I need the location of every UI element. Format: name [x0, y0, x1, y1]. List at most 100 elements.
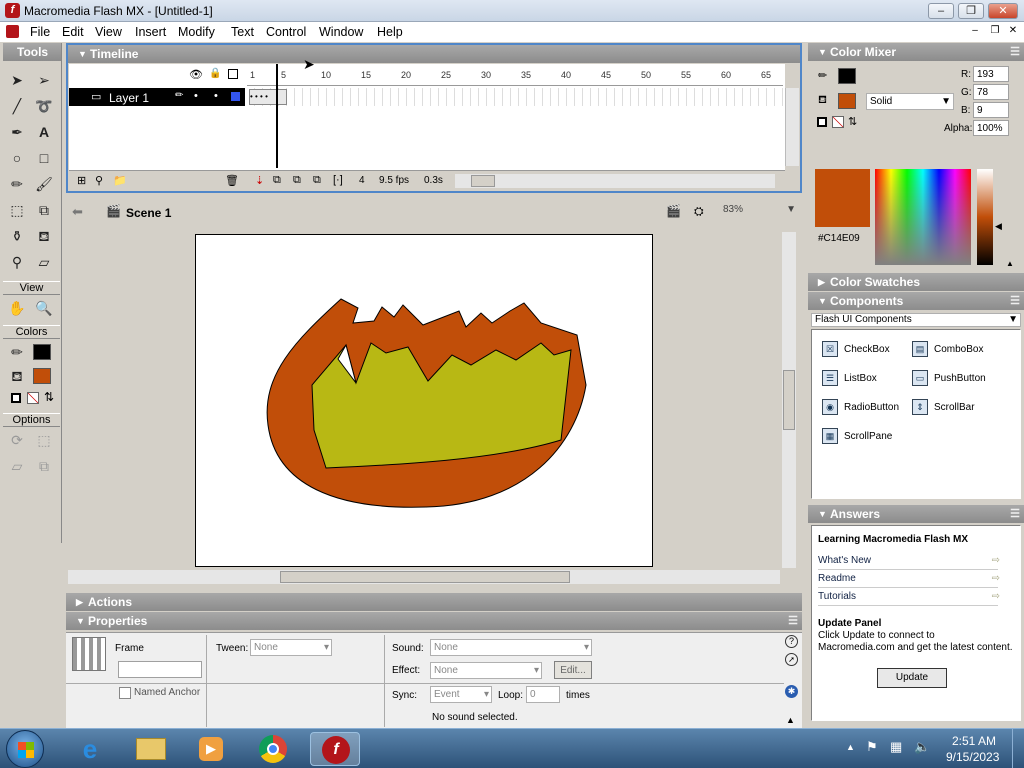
modify-onion-markers-icon[interactable]: [·] — [333, 174, 343, 186]
file-explorer-icon[interactable] — [126, 732, 176, 766]
stage-hscroll[interactable] — [68, 570, 780, 584]
doc-close-button[interactable]: ✕ — [1006, 25, 1020, 39]
timeline-hscroll-thumb[interactable] — [471, 175, 495, 187]
brightness-slider[interactable] — [977, 169, 993, 265]
center-frame-icon[interactable]: ⇣ — [255, 174, 264, 187]
collapse-properties-icon[interactable]: ▲ — [786, 715, 795, 725]
edit-effect-button[interactable]: Edit... — [554, 661, 592, 679]
eye-icon[interactable]: 👁 — [189, 68, 203, 81]
frame-ruler[interactable]: 1 5 10 15 20 25 30 35 40 45 50 55 60 65 — [247, 64, 783, 86]
loop-input[interactable]: 0 — [526, 686, 560, 703]
named-anchor-checkbox[interactable] — [119, 687, 131, 699]
r-input[interactable]: 193 — [973, 66, 1009, 82]
tween-select[interactable]: None ▾ — [250, 639, 332, 656]
brightness-arrow-icon[interactable]: ◀ — [995, 221, 1002, 232]
rotate-option-icon[interactable]: ⧉ — [33, 455, 55, 477]
onion-outline-icon[interactable]: ⧉ — [293, 174, 301, 187]
edit-actions-icon[interactable]: ➚ — [785, 653, 798, 666]
component-listbox[interactable]: ☰ ListBox — [822, 369, 877, 389]
color-spectrum[interactable] — [875, 169, 971, 265]
tray-network-icon[interactable]: ▦ — [890, 739, 902, 755]
flash-taskbar-button[interactable]: f — [310, 732, 360, 766]
snap-option-icon[interactable]: ⟳ — [6, 429, 28, 451]
component-scrollbar[interactable]: ⇕ ScrollBar — [912, 398, 975, 418]
mixer-stroke-swatch[interactable] — [838, 68, 856, 84]
stage-vscroll-thumb[interactable] — [783, 370, 795, 430]
timeline-vscroll[interactable] — [785, 88, 799, 166]
delete-layer-icon[interactable]: 🗑 — [225, 174, 239, 187]
whats-new-link[interactable]: What's New ⇨ — [818, 552, 1000, 570]
line-tool-icon[interactable]: ╱ — [6, 95, 28, 117]
menu-control[interactable]: Control — [266, 25, 306, 39]
start-button[interactable] — [6, 730, 44, 768]
edit-multiple-frames-icon[interactable]: ⧉ — [313, 174, 321, 187]
keyframe-span[interactable]: • • • • — [249, 89, 287, 105]
frame-row[interactable]: • • • • — [247, 88, 783, 106]
swap-colors-icon[interactable]: ⇅ — [44, 390, 54, 404]
internet-explorer-icon[interactable]: e — [65, 732, 115, 766]
color-swatches-header[interactable]: ▶ Color Swatches — [808, 273, 1024, 291]
add-guide-layer-icon[interactable]: ⚲ — [95, 174, 103, 187]
menu-help[interactable]: Help — [377, 25, 403, 39]
stage-canvas[interactable] — [195, 234, 653, 567]
layer-lock-dot[interactable]: • — [214, 90, 218, 102]
brush-tool-icon[interactable]: 🖌 — [33, 173, 55, 195]
chrome-icon[interactable] — [248, 732, 298, 766]
fill-color-swatch[interactable] — [33, 368, 51, 384]
menu-edit[interactable]: Edit — [62, 25, 84, 39]
component-checkbox[interactable]: ☒ CheckBox — [822, 340, 890, 360]
mixer-no-color-icon[interactable] — [832, 116, 844, 128]
component-scrollpane[interactable]: ▦ ScrollPane — [822, 427, 892, 447]
ink-bottle-tool-icon[interactable]: ⚱ — [6, 225, 28, 247]
close-button[interactable]: ✕ — [988, 3, 1018, 19]
rectangle-tool-icon[interactable]: □ — [33, 147, 55, 169]
timeline-header[interactable]: ▼ Timeline — [68, 45, 800, 63]
readme-link[interactable]: Readme ⇨ — [818, 570, 1000, 588]
menu-insert[interactable]: Insert — [135, 25, 166, 39]
component-combobox[interactable]: ▤ ComboBox — [912, 340, 983, 360]
sound-select[interactable]: None ▾ — [430, 639, 592, 656]
scene-label[interactable]: Scene 1 — [126, 206, 171, 220]
arrow-tool-icon[interactable]: ➤ — [6, 69, 28, 91]
lock-icon[interactable]: 🔒 — [209, 68, 221, 79]
stage-hscroll-thumb[interactable] — [280, 571, 570, 583]
playhead[interactable] — [276, 64, 278, 168]
outline-icon[interactable] — [228, 69, 238, 79]
tutorials-link[interactable]: Tutorials ⇨ — [818, 588, 1000, 606]
maximize-button[interactable]: ❐ — [958, 3, 984, 19]
zoom-tool-icon[interactable]: 🔍 — [33, 297, 55, 319]
fill-style-select[interactable]: Solid ▼ — [866, 93, 954, 110]
effect-select[interactable]: None ▾ — [430, 662, 542, 679]
eyedropper-tool-icon[interactable]: ⚲ — [6, 251, 28, 273]
g-input[interactable]: 78 — [973, 84, 1009, 100]
help-icon[interactable]: ? — [785, 635, 798, 648]
lasso-tool-icon[interactable]: ➰ — [33, 95, 55, 117]
b-input[interactable]: 9 — [973, 102, 1009, 118]
smooth-option-icon[interactable]: ⬚ — [33, 429, 55, 451]
hex-input[interactable]: #C14E09 — [815, 231, 870, 247]
clock-date[interactable]: 9/15/2023 — [946, 750, 999, 764]
menu-window[interactable]: Window — [319, 25, 363, 39]
update-button[interactable]: Update — [877, 668, 947, 688]
show-hidden-icons[interactable]: ▲ — [846, 742, 855, 752]
minimize-button[interactable]: – — [928, 3, 954, 19]
media-player-icon[interactable]: ▶ — [186, 732, 236, 766]
back-arrow-icon[interactable]: ⬅ — [72, 204, 83, 220]
frame-label-input[interactable] — [118, 661, 202, 678]
stage-vscroll[interactable] — [782, 232, 796, 568]
show-desktop-button[interactable] — [1012, 729, 1024, 768]
menu-file[interactable]: File — [30, 25, 50, 39]
hand-tool-icon[interactable]: ✋ — [6, 297, 28, 319]
pen-tool-icon[interactable]: ✒ — [6, 121, 28, 143]
tray-flag-icon[interactable]: ⚑ — [866, 739, 878, 755]
tray-volume-icon[interactable]: 🔈 — [914, 739, 930, 755]
eraser-tool-icon[interactable]: ▱ — [33, 251, 55, 273]
mixer-swap-icon[interactable]: ⇅ — [848, 115, 857, 128]
doc-minimize-button[interactable]: – — [968, 25, 982, 39]
actions-header[interactable]: ▶ Actions — [66, 593, 802, 611]
zoom-select[interactable]: 83% ▼ — [720, 202, 798, 220]
sync-select[interactable]: Event ▾ — [430, 686, 492, 703]
layer-color-box[interactable] — [231, 92, 240, 101]
onion-skin-icon[interactable]: ⧉ — [273, 174, 281, 187]
mixer-default-colors-icon[interactable] — [817, 117, 827, 127]
